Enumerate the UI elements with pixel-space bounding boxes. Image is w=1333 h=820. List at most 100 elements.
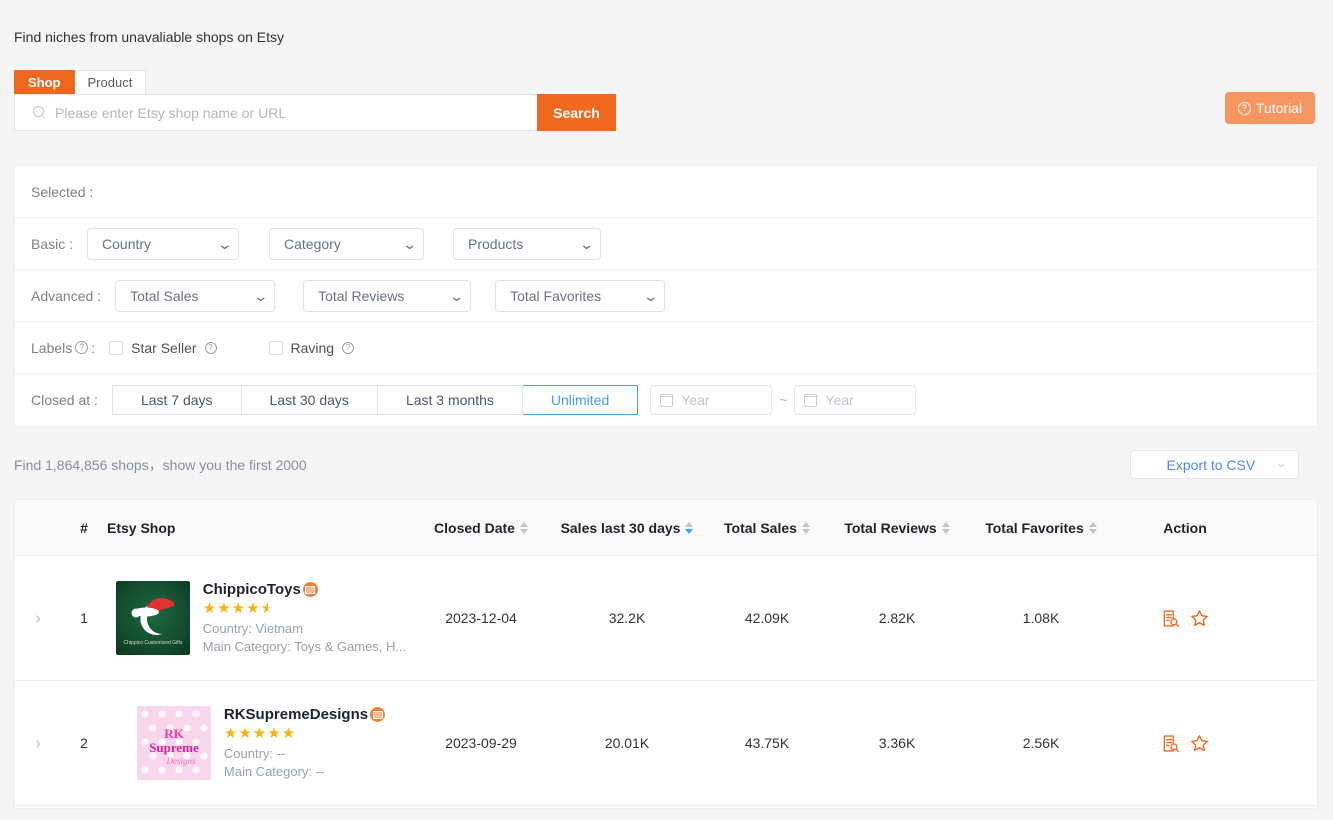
row-actions [1115,733,1255,754]
shop-rating-stars: ★★★★★ [224,726,385,741]
sort-icon-total-sales[interactable] [802,522,810,534]
th-etsy-shop: Etsy Shop [107,520,415,536]
th-total-sales[interactable]: Total Sales [707,520,827,536]
row-total-favorites: 1.08K [967,610,1115,626]
shop-logo: RK Supreme Designs [137,706,211,780]
tutorial-button[interactable]: ? Tutorial [1225,92,1315,124]
labels-label-text: Labels [31,340,72,356]
search-bar: Search [14,94,616,131]
shop-name: ChippicoToys [203,581,301,598]
filter-row-basic: Basic : Country ⌄ Category ⌄ Products ⌄ [15,218,1317,270]
chevron-down-icon: ⌄ [1275,459,1287,470]
closed-at-unlimited[interactable]: Unlimited [523,385,638,415]
label-filter-raving[interactable]: Raving ? [269,340,355,356]
closed-at-segmented: Last 7 days Last 30 days Last 3 months U… [112,385,638,415]
export-to-csv-button[interactable]: Export to CSV ⌄ [1130,450,1299,479]
tab-product[interactable]: Product [75,70,147,94]
th-index: # [61,520,107,536]
total-favorites-select[interactable]: Total Favorites ⌄ [495,280,665,312]
year-to-placeholder: Year [825,392,853,408]
th-sales-last-30-days[interactable]: Sales last 30 days [547,520,707,536]
total-favorites-select-label: Total Favorites [510,288,601,304]
page-title: Find niches from unavaliable shops on Et… [14,29,284,45]
closed-at-last-7-days[interactable]: Last 7 days [112,385,242,415]
sort-icon-total-favorites[interactable] [1089,522,1097,534]
row-total-reviews: 3.36K [827,735,967,751]
th-total-favorites-label: Total Favorites [985,520,1084,536]
shop-name-row[interactable]: RKSupremeDesigns [224,706,385,723]
star-seller-label: Star Seller [131,340,196,356]
row-closed-date: 2023-12-04 [415,610,547,626]
total-sales-select-label: Total Sales [130,288,198,304]
th-total-favorites[interactable]: Total Favorites [967,520,1115,536]
year-to-input[interactable]: Year [794,385,916,415]
raving-checkbox[interactable] [269,341,283,355]
products-select[interactable]: Products ⌄ [453,228,601,260]
th-action: Action [1115,520,1255,536]
row-index: 2 [61,735,107,751]
country-select[interactable]: Country ⌄ [87,228,239,260]
sort-icon-sales-last-30-days[interactable] [685,522,693,534]
closed-at-last-3-months[interactable]: Last 3 months [378,385,523,415]
closed-at-last-30-days[interactable]: Last 30 days [242,385,378,415]
tab-shop[interactable]: Shop [14,70,75,94]
row-total-favorites: 2.56K [967,735,1115,751]
chevron-down-icon: ⌄ [621,289,658,303]
page-root: Find niches from unavaliable shops on Et… [0,0,1333,820]
svg-text:Chippico Customized Gifts: Chippico Customized Gifts [123,640,182,646]
labels-label-sep: : [91,340,95,356]
search-button[interactable]: Search [537,94,616,131]
table-header-row: # Etsy Shop Closed Date Sales last 30 da… [15,500,1317,556]
th-total-reviews[interactable]: Total Reviews [827,520,967,536]
results-summary: Find 1,864,856 shops，show you the first … [14,455,307,475]
star-outline-icon[interactable] [1189,608,1210,629]
calendar-icon [804,394,817,407]
filter-row-selected: Selected : [15,166,1317,218]
closed-at-label: Closed at : [31,392,98,408]
table-row: › 2 RK Supreme De [15,681,1317,806]
shop-name: RKSupremeDesigns [224,706,368,723]
category-select-label: Category [284,236,341,252]
sort-icon-closed-date[interactable] [520,522,528,534]
svg-text:RK: RK [164,726,184,741]
th-total-reviews-label: Total Reviews [844,520,936,536]
label-filter-star-seller[interactable]: Star Seller ? [109,340,216,356]
shop-country: Country: Vietnam [203,620,407,637]
total-reviews-select[interactable]: Total Reviews ⌄ [303,280,471,312]
category-select[interactable]: Category ⌄ [269,228,424,260]
chevron-down-icon: ⌄ [231,289,268,303]
document-search-icon[interactable] [1161,609,1180,628]
total-sales-select[interactable]: Total Sales ⌄ [115,280,275,312]
filter-row-labels: Labels ? : Star Seller ? Raving ? [15,322,1317,374]
year-range-separator: ~ [779,392,787,408]
shop-country: Country: -- [224,745,385,762]
question-circle-icon: ? [1238,102,1251,115]
row-actions [1115,608,1255,629]
row-total-sales: 42.09K [707,610,827,626]
search-icon [33,106,47,120]
star-outline-icon[interactable] [1189,733,1210,754]
svg-text:Supreme: Supreme [149,740,199,755]
shop-main-category: Main Category: Toys & Games, H... [203,638,407,655]
chevron-down-icon: ⌄ [557,237,594,251]
search-input[interactable] [55,95,537,130]
raving-help-icon[interactable]: ? [342,342,354,354]
row-expand-icon[interactable]: › [15,608,61,628]
shops-table: # Etsy Shop Closed Date Sales last 30 da… [14,499,1318,809]
year-from-placeholder: Year [681,392,709,408]
row-sales-last-30-days: 20.01K [547,735,707,751]
document-search-icon[interactable] [1161,734,1180,753]
th-total-sales-label: Total Sales [724,520,797,536]
labels-label: Labels ? : [31,340,95,356]
labels-help-icon[interactable]: ? [75,341,88,354]
chevron-down-icon: ⌄ [380,237,417,251]
year-from-input[interactable]: Year [650,385,772,415]
row-expand-icon[interactable]: › [15,733,61,753]
sort-icon-total-reviews[interactable] [942,522,950,534]
th-closed-date[interactable]: Closed Date [415,520,547,536]
row-closed-date: 2023-09-29 [415,735,547,751]
star-seller-checkbox[interactable] [109,341,123,355]
basic-label: Basic : [31,236,73,252]
star-seller-help-icon[interactable]: ? [205,342,217,354]
shop-name-row[interactable]: ChippicoToys [203,581,407,598]
